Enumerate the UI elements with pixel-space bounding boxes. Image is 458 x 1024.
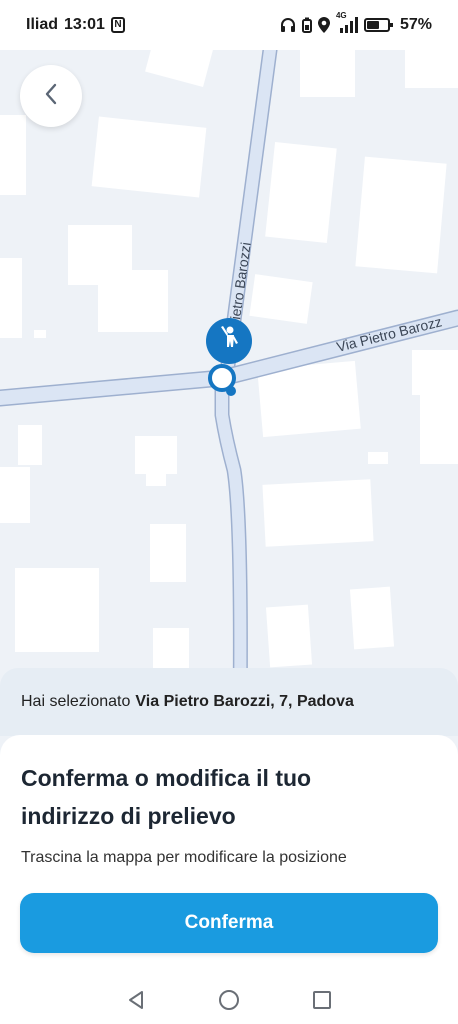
sheet-title: Conferma o modifica il tuo indirizzo di …: [21, 765, 312, 829]
pickup-pin-icon[interactable]: [206, 318, 252, 364]
status-left: Iliad 13:01 N: [26, 16, 125, 34]
system-nav-bar: [0, 975, 458, 1024]
nfc-icon: N: [110, 17, 125, 33]
headphones-icon: [280, 17, 296, 33]
sheet-subtitle: Trascina la mappa per modificare la posi…: [21, 849, 347, 866]
battery-percent: 57%: [399, 16, 432, 33]
circle-home-icon[interactable]: [218, 989, 240, 1011]
clock: 13:01: [64, 16, 105, 33]
bottom-sheet: Conferma o modifica il tuo indirizzo di …: [0, 735, 458, 975]
square-recents-icon[interactable]: [312, 990, 332, 1010]
status-right: 4G 57%: [280, 11, 432, 34]
status-bar: Iliad 13:01 N 4G 57%: [0, 0, 458, 50]
selected-address: Via Pietro Barozzi, 7, Padova: [135, 693, 354, 710]
battery-icon: [363, 18, 393, 32]
triangle-back-icon[interactable]: [126, 990, 146, 1010]
battery-saver-icon: [301, 17, 312, 33]
chevron-left-icon: [43, 83, 59, 110]
carrier-label: Iliad: [26, 16, 59, 33]
confirm-button[interactable]: Conferma: [20, 893, 438, 953]
location-icon: [317, 17, 330, 33]
location-ring-icon: [208, 364, 236, 396]
network-type-label: 4G: [335, 11, 347, 20]
selected-address-banner: Hai selezionato Via Pietro Barozzi, 7, P…: [0, 668, 458, 736]
street-label-vertical: ietro Barozzi: [227, 241, 254, 320]
selected-prefix: Hai selezionato: [21, 693, 131, 710]
signal-icon: 4G: [336, 11, 358, 33]
back-button[interactable]: [20, 65, 82, 127]
